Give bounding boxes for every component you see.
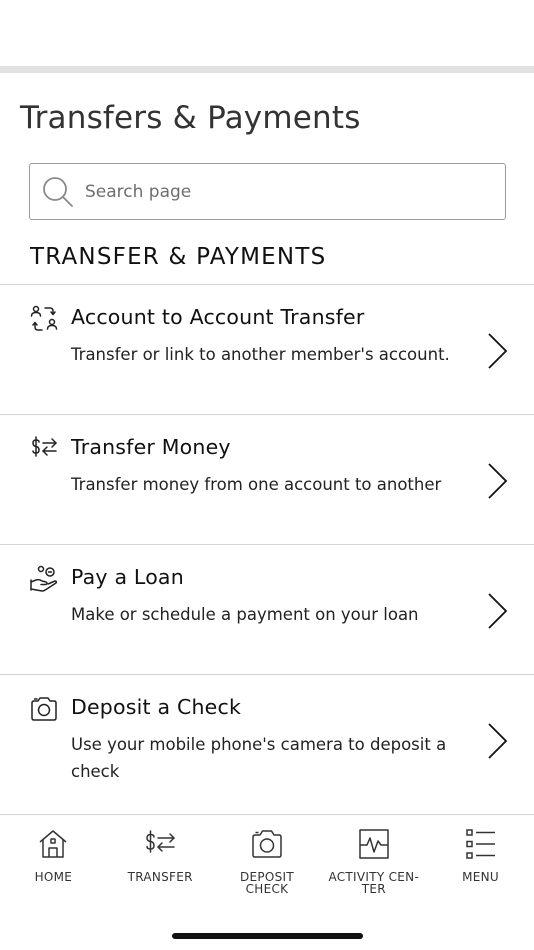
transfers-payments-screen: Transfers & Payments TRANSFER & PAYMENTS… [0,0,534,950]
home-icon [39,830,67,858]
nav-label: HOME [34,870,73,884]
item-title: Transfer Money [71,435,231,459]
chevron-right-icon[interactable] [484,591,510,631]
item-description: Use your mobile phone's camera to deposi… [71,735,447,781]
nav-label: TRANSFER [127,870,193,884]
top-divider [0,66,534,73]
camera-icon [31,697,57,721]
chevron-right-icon[interactable] [484,461,510,501]
item-title: Deposit a Check [71,695,242,719]
home-indicator[interactable] [172,933,363,939]
bottom-nav: HOME TRANSFER DEPOSIT CHECK ACTIVITY CEN… [0,815,534,915]
hand-coins-icon [30,565,58,592]
chevron-right-icon[interactable] [484,721,510,761]
transfer-options-list: Account to Account Transfer Transfer or … [0,284,534,814]
dollar-exchange-icon [146,830,175,853]
item-description: Transfer money from one account to anoth… [71,475,442,494]
item-description: Make or schedule a payment on your loan [71,605,419,624]
dollar-exchange-icon [32,436,57,457]
nav-label: MENU [462,870,500,884]
activity-icon [359,829,389,859]
chevron-right-icon[interactable] [484,331,510,371]
item-description: Transfer or link to another member's acc… [71,345,450,364]
camera-icon [252,830,282,858]
top-spacer [0,0,534,66]
list-item-pay-a-loan[interactable]: Pay a Loan Make or schedule a payment on… [0,544,534,674]
item-title: Account to Account Transfer [71,305,365,329]
section-header: TRANSFER & PAYMENTS [30,244,327,270]
search-box[interactable] [29,163,506,220]
search-input[interactable] [85,181,465,202]
list-item-transfer-money[interactable]: Transfer Money Transfer money from one a… [0,414,534,544]
search-icon [43,176,73,207]
page-title: Transfers & Payments [20,100,361,136]
nav-label: DEPOSIT CHECK [239,870,295,896]
nav-label: ACTIVITY CEN- TER [328,870,420,896]
nav-activity-center[interactable]: ACTIVITY CEN- TER [320,815,427,915]
nav-menu[interactable]: MENU [427,815,534,915]
nav-transfer[interactable]: TRANSFER [107,815,214,915]
list-item-deposit-a-check[interactable]: Deposit a Check Use your mobile phone's … [0,674,534,814]
account-transfer-icon [30,305,58,331]
nav-deposit-check[interactable]: DEPOSIT CHECK [214,815,321,915]
item-title: Pay a Loan [71,565,184,589]
menu-list-icon [465,829,495,859]
list-item-account-to-account-transfer[interactable]: Account to Account Transfer Transfer or … [0,284,534,414]
nav-home[interactable]: HOME [0,815,107,915]
